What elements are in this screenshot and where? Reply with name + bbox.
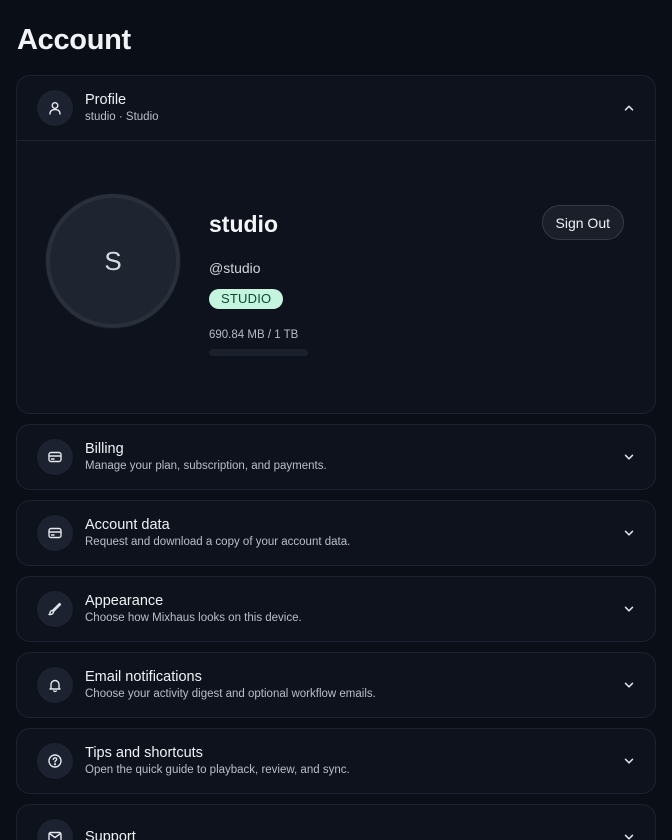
avatar-initial: S xyxy=(104,245,122,276)
chevron-down-icon[interactable] xyxy=(621,753,637,769)
email-notifications-card: Email notifications Choose your activity… xyxy=(16,652,656,718)
profile-header[interactable]: Profile studio · Studio xyxy=(17,76,655,140)
chevron-down-icon[interactable] xyxy=(621,525,637,541)
username: studio xyxy=(209,211,278,237)
page-title: Account xyxy=(17,24,131,56)
bell-icon xyxy=(37,667,73,703)
chevron-down-icon[interactable] xyxy=(621,601,637,617)
plan-badge: STUDIO xyxy=(209,289,284,309)
mail-icon xyxy=(37,819,73,840)
billing-header[interactable]: Billing Manage your plan, subscription, … xyxy=(17,425,655,489)
appearance-subtitle: Choose how Mixhaus looks on this device. xyxy=(85,612,302,624)
billing-card: Billing Manage your plan, subscription, … xyxy=(16,424,656,490)
chevron-down-icon[interactable] xyxy=(621,829,637,840)
profile-card: Profile studio · Studio S studio @studio… xyxy=(16,75,656,414)
account-data-header[interactable]: Account data Request and download a copy… xyxy=(17,501,655,565)
chevron-down-icon[interactable] xyxy=(621,677,637,693)
account-data-card: Account data Request and download a copy… xyxy=(16,500,656,566)
support-card: Support xyxy=(16,804,656,840)
billing-subtitle: Manage your plan, subscription, and paym… xyxy=(85,460,327,472)
storage-progress-bar xyxy=(209,349,308,356)
profile-title: Profile xyxy=(85,92,127,108)
email-notifications-title: Email notifications xyxy=(85,669,202,685)
sign-out-button[interactable]: Sign Out xyxy=(541,205,624,240)
brush-icon xyxy=(37,591,73,627)
account-page: Account Profile studio · Studio S studio… xyxy=(0,0,672,840)
user-handle: @studio xyxy=(209,260,261,276)
appearance-title: Appearance xyxy=(85,593,164,609)
tips-shortcuts-card: Tips and shortcuts Open the quick guide … xyxy=(16,728,656,794)
support-header[interactable]: Support xyxy=(17,805,655,840)
tips-shortcuts-subtitle: Open the quick guide to playback, review… xyxy=(85,764,350,776)
support-title: Support xyxy=(85,828,136,840)
storage-usage-text: 690.84 MB / 1 TB xyxy=(209,329,299,341)
tips-shortcuts-title: Tips and shortcuts xyxy=(85,745,203,761)
credit-card-icon xyxy=(37,515,73,551)
account-data-title: Account data xyxy=(85,517,170,533)
appearance-card: Appearance Choose how Mixhaus looks on t… xyxy=(16,576,656,642)
appearance-header[interactable]: Appearance Choose how Mixhaus looks on t… xyxy=(17,577,655,641)
tips-shortcuts-header[interactable]: Tips and shortcuts Open the quick guide … xyxy=(17,729,655,793)
account-data-subtitle: Request and download a copy of your acco… xyxy=(85,536,351,548)
email-notifications-subtitle: Choose your activity digest and optional… xyxy=(85,688,376,700)
chevron-down-icon[interactable] xyxy=(621,449,637,465)
profile-body: S studio @studio STUDIO 690.84 MB / 1 TB… xyxy=(17,140,655,412)
profile-subtitle: studio · Studio xyxy=(85,111,159,123)
avatar: S xyxy=(46,194,180,328)
email-notifications-header[interactable]: Email notifications Choose your activity… xyxy=(17,653,655,717)
billing-title: Billing xyxy=(85,441,124,457)
help-circle-icon xyxy=(37,743,73,779)
user-icon xyxy=(37,90,73,126)
credit-card-icon xyxy=(37,439,73,475)
chevron-up-icon[interactable] xyxy=(621,100,637,116)
